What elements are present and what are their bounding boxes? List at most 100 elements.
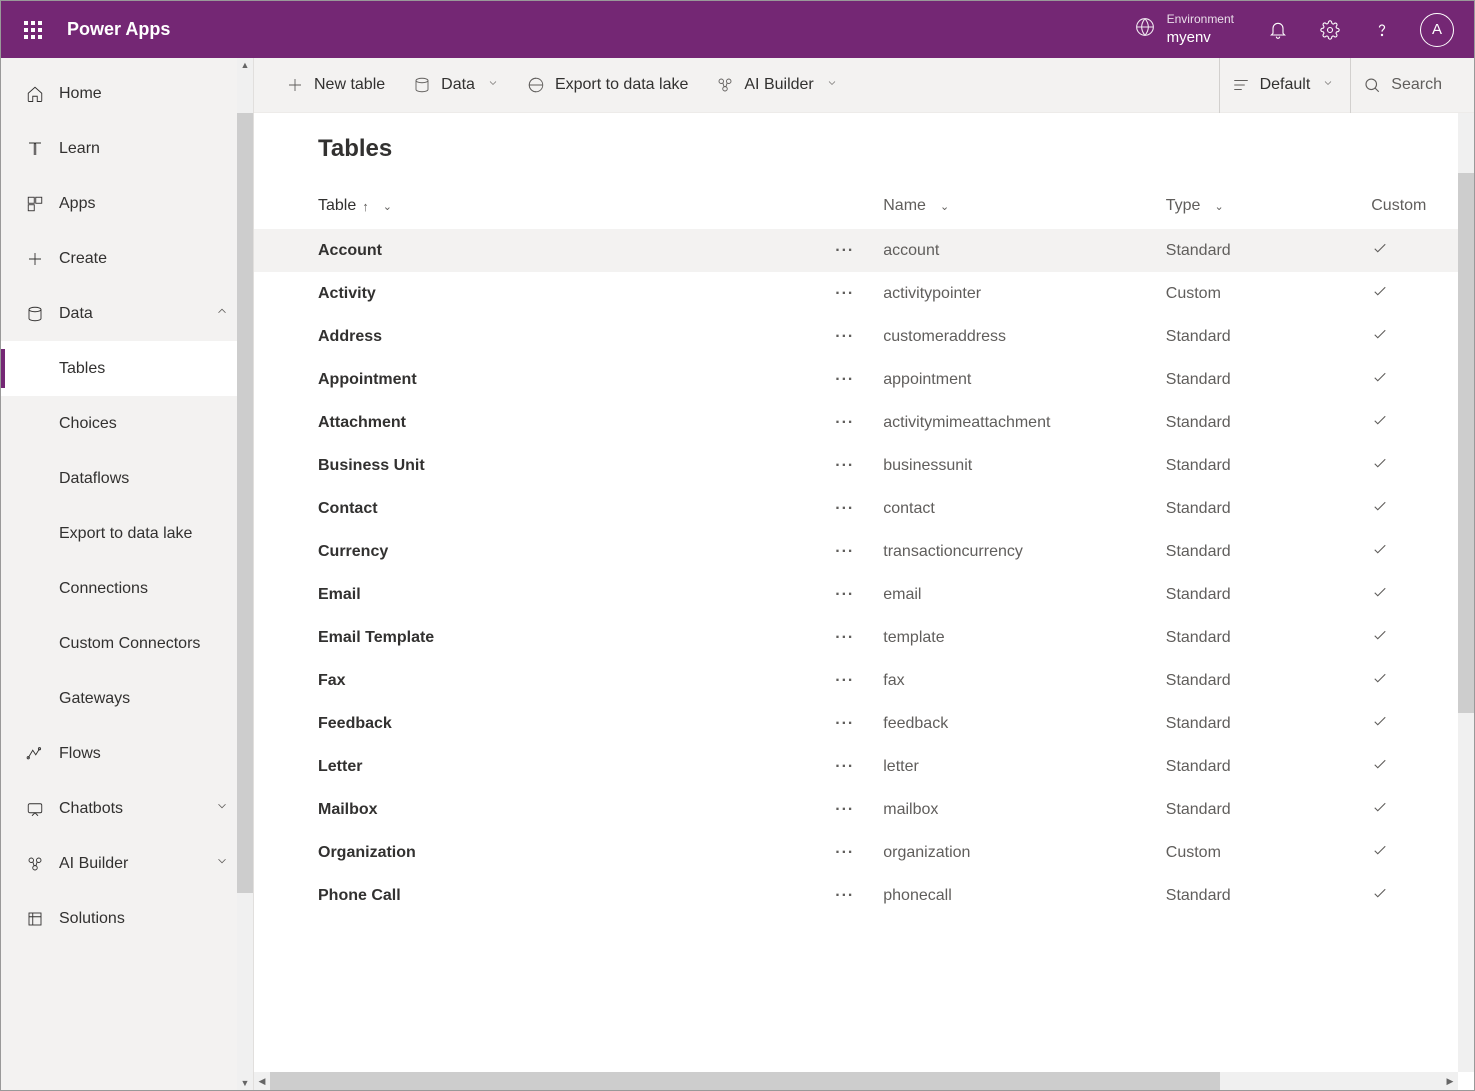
sidebar-item-connections[interactable]: Connections [1, 561, 253, 616]
row-more-icon[interactable]: ··· [835, 505, 854, 513]
row-more-icon[interactable]: ··· [835, 806, 854, 814]
sidebar-scroll-up[interactable]: ▲ [237, 58, 253, 72]
cell-name: contact [883, 487, 1166, 530]
table-row[interactable]: Attachment···activitymimeattachmentStand… [254, 401, 1474, 444]
check-icon [1371, 368, 1389, 391]
sidebar-item-custom-connectors[interactable]: Custom Connectors [1, 616, 253, 671]
table-row[interactable]: Email···emailStandard [254, 573, 1474, 616]
check-icon [1371, 583, 1389, 606]
avatar-initial: A [1432, 21, 1442, 38]
table-row[interactable]: Activity···activitypointerCustom [254, 272, 1474, 315]
sidebar-item-choices[interactable]: Choices [1, 396, 253, 451]
export-to-data-lake-button[interactable]: Export to data lake [515, 58, 700, 113]
row-more-icon[interactable]: ··· [835, 247, 854, 255]
sidebar-item-learn[interactable]: Learn [1, 121, 253, 176]
sidebar-item-home[interactable]: Home [1, 66, 253, 121]
sidebar-item-solutions[interactable]: Solutions [1, 891, 253, 946]
sidebar-item-tables[interactable]: Tables [1, 341, 253, 396]
check-icon [1371, 454, 1389, 477]
row-more-icon[interactable]: ··· [835, 419, 854, 427]
sidebar-item-label: AI Builder [59, 855, 128, 873]
tables-grid: Table↑⌄ Name⌄ Type⌄ Custom Account···acc… [254, 187, 1474, 917]
waffle-icon[interactable] [9, 6, 57, 54]
check-icon [1371, 798, 1389, 821]
help-icon[interactable] [1356, 1, 1408, 58]
table-row[interactable]: Email Template···templateStandard [254, 616, 1474, 659]
cell-type: Custom [1166, 831, 1371, 874]
sidebar-scrollbar-thumb[interactable] [237, 113, 253, 893]
app-header: Power Apps Environment myenv A [1, 1, 1474, 58]
column-header-type[interactable]: Type⌄ [1166, 197, 1224, 215]
table-row[interactable]: Contact ··· contactStandard [254, 487, 1474, 530]
cell-table: Account [254, 229, 806, 272]
main-vertical-scrollbar-thumb[interactable] [1458, 173, 1474, 713]
sidebar-item-create[interactable]: Create [1, 231, 253, 286]
main-scroll-left[interactable]: ◀ [254, 1072, 270, 1090]
sidebar-item-flows[interactable]: Flows [1, 726, 253, 781]
sidebar-item-export-to-data-lake[interactable]: Export to data lake [1, 506, 253, 561]
column-header-name[interactable]: Name⌄ [883, 197, 949, 215]
learn-icon [25, 140, 45, 158]
cell-type: Standard [1166, 573, 1371, 616]
table-row[interactable]: Mailbox···mailboxStandard [254, 788, 1474, 831]
cell-table: Letter [254, 745, 806, 788]
sidebar-item-gateways[interactable]: Gateways [1, 671, 253, 726]
table-row[interactable]: Feedback···feedbackStandard [254, 702, 1474, 745]
row-more-icon[interactable]: ··· [835, 849, 854, 857]
row-more-icon[interactable]: ··· [835, 763, 854, 771]
table-row[interactable]: Appointment···appointmentStandard [254, 358, 1474, 401]
row-more-icon[interactable]: ··· [835, 548, 854, 556]
ai-builder-menu[interactable]: AI Builder [704, 58, 849, 113]
cell-name: activitypointer [883, 272, 1166, 315]
row-more-icon[interactable]: ··· [835, 290, 854, 298]
search-input[interactable]: Search [1350, 58, 1454, 113]
table-row[interactable]: Account···accountStandard [254, 229, 1474, 272]
sidebar-item-apps[interactable]: Apps [1, 176, 253, 231]
cell-table: Email Template [254, 616, 806, 659]
cell-type: Standard [1166, 229, 1371, 272]
view-default-label: Default [1260, 76, 1311, 94]
table-row[interactable]: Fax···faxStandard [254, 659, 1474, 702]
check-icon [1371, 884, 1389, 907]
row-more-icon[interactable]: ··· [835, 376, 854, 384]
row-more-icon[interactable]: ··· [835, 333, 854, 341]
cell-table: Contact [254, 487, 806, 530]
cell-type: Standard [1166, 487, 1371, 530]
sidebar-item-dataflows[interactable]: Dataflows [1, 451, 253, 506]
check-icon [1371, 540, 1389, 563]
check-icon [1371, 712, 1389, 735]
row-more-icon[interactable]: ··· [835, 634, 854, 642]
table-row[interactable]: Phone Call···phonecallStandard [254, 874, 1474, 917]
row-more-icon[interactable]: ··· [835, 720, 854, 728]
new-table-button[interactable]: New table [274, 58, 397, 113]
sidebar-scroll-down[interactable]: ▼ [237, 1076, 253, 1090]
row-more-icon[interactable]: ··· [835, 677, 854, 685]
settings-icon[interactable] [1304, 1, 1356, 58]
sidebar-item-data[interactable]: Data [1, 286, 253, 341]
check-icon [1371, 755, 1389, 778]
main-horizontal-scrollbar-thumb[interactable] [270, 1072, 1220, 1090]
notifications-icon[interactable] [1252, 1, 1304, 58]
column-header-custom[interactable]: Custom [1371, 197, 1426, 215]
check-icon [1371, 411, 1389, 434]
table-row[interactable]: Currency···transactioncurrencyStandard [254, 530, 1474, 573]
row-more-icon[interactable]: ··· [835, 591, 854, 599]
avatar[interactable]: A [1420, 13, 1454, 47]
main-scroll-right[interactable]: ▶ [1442, 1072, 1458, 1090]
table-row[interactable]: Address···customeraddressStandard [254, 315, 1474, 358]
row-more-icon[interactable]: ··· [835, 462, 854, 470]
row-more-icon[interactable]: ··· [835, 892, 854, 900]
sidebar-item-label: Data [59, 305, 93, 323]
view-default-menu[interactable]: Default [1219, 58, 1347, 113]
solutions-icon [25, 910, 45, 928]
cell-name: mailbox [883, 788, 1166, 831]
table-row[interactable]: Organization···organizationCustom [254, 831, 1474, 874]
sidebar-item-label: Choices [59, 415, 117, 433]
sidebar-item-ai-builder[interactable]: AI Builder [1, 836, 253, 891]
table-row[interactable]: Business Unit···businessunitStandard [254, 444, 1474, 487]
table-row[interactable]: Letter···letterStandard [254, 745, 1474, 788]
environment-picker[interactable]: Environment myenv [1117, 12, 1252, 47]
data-menu[interactable]: Data [401, 58, 511, 113]
sidebar-item-chatbots[interactable]: Chatbots [1, 781, 253, 836]
column-header-table[interactable]: Table↑⌄ [318, 197, 392, 215]
